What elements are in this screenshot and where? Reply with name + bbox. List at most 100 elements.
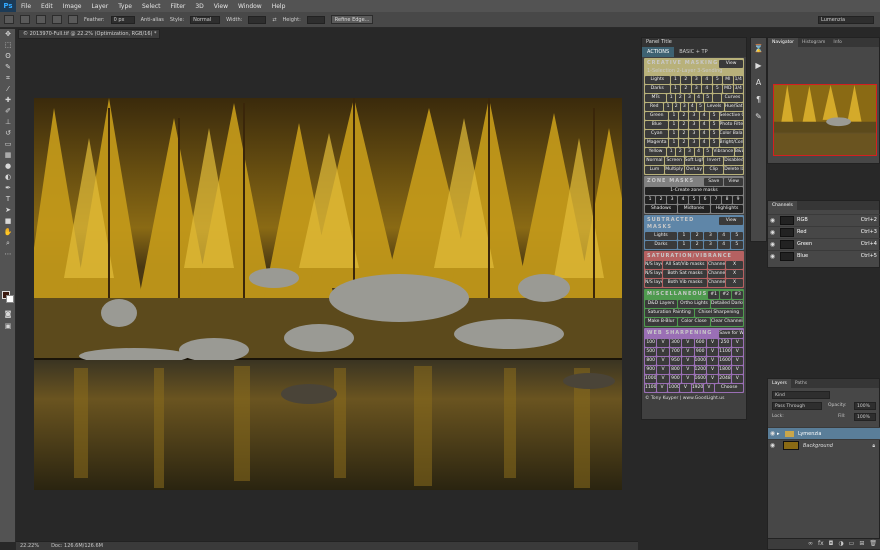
creative-red-button[interactable]: Red bbox=[645, 103, 664, 111]
creative-cyan-color-balance-button[interactable]: Color Balance bbox=[719, 130, 743, 138]
web-v-1-button[interactable]: V bbox=[657, 357, 669, 365]
new-group-icon[interactable]: ▭ bbox=[849, 539, 855, 549]
creative-blue-photo-filter-button[interactable]: Photo Filter bbox=[719, 121, 743, 129]
creative-blue-1-button[interactable]: 1 bbox=[669, 121, 679, 129]
misc-2-button[interactable]: #2 bbox=[720, 291, 732, 299]
mode-normal-button[interactable]: Normal bbox=[645, 157, 664, 165]
creative-yellow-4-button[interactable]: 4 bbox=[694, 148, 703, 156]
more-tools-icon[interactable]: ⋯ bbox=[2, 249, 14, 259]
subtracted-darks-4-button[interactable]: 4 bbox=[717, 241, 730, 249]
refine-edge-button[interactable]: Refine Edge... bbox=[330, 15, 374, 24]
expand-arrow-icon[interactable]: ▸ bbox=[777, 431, 785, 437]
creative-blue-5-button[interactable]: 5 bbox=[709, 121, 719, 129]
web-v-5-button[interactable]: V bbox=[706, 375, 719, 383]
creative-green-1-button[interactable]: 1 bbox=[669, 112, 679, 120]
creative-magenta-3-button[interactable]: 3 bbox=[689, 139, 699, 147]
width-input[interactable] bbox=[248, 15, 267, 24]
saturation-channels-button[interactable]: Channels bbox=[708, 270, 726, 278]
web-900-0-button[interactable]: 900 bbox=[645, 366, 657, 374]
web-1600-6-button[interactable]: 1600 bbox=[719, 357, 731, 365]
zone-9-button[interactable]: 9 bbox=[733, 196, 743, 204]
web-2048-6-button[interactable]: 2048 bbox=[719, 375, 731, 383]
mode-screen-button[interactable]: Screen bbox=[664, 157, 684, 165]
document-image[interactable] bbox=[34, 98, 622, 490]
channel-row-green[interactable]: ◉ Green Ctrl+4 bbox=[768, 238, 880, 249]
zone-save-button[interactable]: Save bbox=[704, 178, 724, 186]
subtracted-lights-button[interactable]: Lights bbox=[645, 232, 677, 240]
web-1000-4-button[interactable]: 1000 bbox=[694, 357, 706, 365]
height-input[interactable] bbox=[306, 15, 325, 24]
saturation-n-s-layers-button[interactable]: N/S layers bbox=[645, 261, 662, 269]
misc-clear-channels-button[interactable]: Clear Channels bbox=[711, 318, 743, 326]
creative-lights-4-button[interactable]: 4 bbox=[702, 76, 712, 84]
actions-play-icon[interactable]: ▶ bbox=[752, 59, 765, 72]
dodge-tool-icon[interactable]: ◐ bbox=[2, 172, 14, 182]
creative-darks-3-button[interactable]: 3 bbox=[691, 85, 702, 93]
screen-mode-icon[interactable]: ▣ bbox=[2, 321, 14, 331]
web-v-5-button[interactable]: V bbox=[706, 348, 719, 356]
web-600-4-button[interactable]: 600 bbox=[694, 339, 706, 347]
creative-red-3-button[interactable]: 3 bbox=[680, 103, 688, 111]
creative-mts-3-button[interactable]: 3 bbox=[685, 94, 694, 102]
shape-tool-icon[interactable]: ■ bbox=[2, 216, 14, 226]
new-selection-icon[interactable] bbox=[20, 15, 30, 24]
creative-mts-button[interactable]: MTs bbox=[645, 94, 667, 102]
creative-green-3-button[interactable]: 3 bbox=[689, 112, 699, 120]
zone-5-button[interactable]: 5 bbox=[689, 196, 699, 204]
web-v-3-button[interactable]: V bbox=[682, 348, 694, 356]
visibility-eye-icon[interactable]: ◉ bbox=[768, 442, 777, 449]
tab-info[interactable]: Info bbox=[829, 38, 846, 47]
creative-lights-1-button[interactable]: 1 bbox=[670, 76, 681, 84]
web-800-2-button[interactable]: 800 bbox=[669, 366, 682, 374]
web-v-1-button[interactable]: V bbox=[657, 375, 669, 383]
lasso-tool-icon[interactable]: ʘ bbox=[2, 51, 14, 61]
menu-file[interactable]: File bbox=[16, 3, 36, 10]
web-300-2-button[interactable]: 300 bbox=[669, 339, 682, 347]
mode-disabled-button[interactable]: Disabled bbox=[724, 157, 743, 165]
crop-tool-icon[interactable]: ⌗ bbox=[2, 73, 14, 83]
creative-magenta-1-button[interactable]: 1 bbox=[669, 139, 679, 147]
creative-cyan-button[interactable]: Cyan bbox=[645, 130, 669, 138]
blend-mode-select[interactable]: Pass Through bbox=[772, 402, 822, 410]
saturation-channels-button[interactable]: Channels bbox=[708, 279, 726, 287]
subtracted-lights-1-button[interactable]: 1 bbox=[677, 232, 691, 240]
blur-tool-icon[interactable]: ● bbox=[2, 161, 14, 171]
creative-magenta-button[interactable]: Magenta bbox=[645, 139, 669, 147]
tab-layers[interactable]: Layers bbox=[768, 379, 791, 388]
saturation-n-s-layers-button[interactable]: N/S layers bbox=[645, 270, 662, 278]
creative-mts-blank-button[interactable] bbox=[712, 94, 721, 102]
subtract-selection-icon[interactable] bbox=[52, 15, 62, 24]
web-v-7-button[interactable]: V bbox=[731, 357, 743, 365]
misc-chisel-sharpening-button[interactable]: Chisel Sharpening bbox=[694, 309, 743, 317]
web-v-5-button[interactable]: V bbox=[706, 339, 719, 347]
web-1600-4-button[interactable]: 1600 bbox=[694, 375, 706, 383]
eyedropper-tool-icon[interactable]: ⁄ bbox=[2, 84, 14, 94]
menu-layer[interactable]: Layer bbox=[86, 3, 113, 10]
quick-mask-icon[interactable]: ◙ bbox=[2, 309, 14, 319]
web-v-7-button[interactable]: V bbox=[731, 366, 743, 374]
subtracted-darks-2-button[interactable]: 2 bbox=[691, 241, 704, 249]
creative-red-hue-sat-button[interactable]: Hue/Sat bbox=[724, 103, 743, 111]
creative-magenta-4-button[interactable]: 4 bbox=[699, 139, 709, 147]
layer-row-group[interactable]: ◉ ▸ Lymenzia bbox=[768, 427, 880, 439]
web-v-5-button[interactable]: V bbox=[706, 366, 719, 374]
web-250-6-button[interactable]: 250 bbox=[719, 339, 731, 347]
creative-cyan-2-button[interactable]: 2 bbox=[679, 130, 689, 138]
healing-brush-tool-icon[interactable]: ✚ bbox=[2, 95, 14, 105]
web-1920-4-button[interactable]: 1920 bbox=[691, 384, 703, 392]
subtracted-view-button[interactable]: View bbox=[719, 217, 743, 225]
menu-type[interactable]: Type bbox=[113, 3, 137, 10]
web-1100-6-button[interactable]: 1100 bbox=[719, 348, 731, 356]
delete-layer-icon[interactable]: 🗑︎ bbox=[869, 539, 877, 549]
web-800-0-button[interactable]: 800 bbox=[645, 357, 657, 365]
quick-select-tool-icon[interactable]: ✎ bbox=[2, 62, 14, 72]
layer-style-icon[interactable]: fx bbox=[818, 539, 824, 549]
creative-yellow-5-button[interactable]: 5 bbox=[703, 148, 712, 156]
web-v-3-button[interactable]: V bbox=[680, 384, 691, 392]
visibility-eye-icon[interactable]: ◉ bbox=[768, 430, 777, 437]
subtracted-lights-5-button[interactable]: 5 bbox=[730, 232, 743, 240]
misc-d-d-layers-button[interactable]: D&D Layers bbox=[645, 300, 677, 308]
visibility-eye-icon[interactable]: ◉ bbox=[768, 229, 777, 236]
eraser-tool-icon[interactable]: ▭ bbox=[2, 139, 14, 149]
misc-3-button[interactable]: #3 bbox=[732, 291, 743, 299]
